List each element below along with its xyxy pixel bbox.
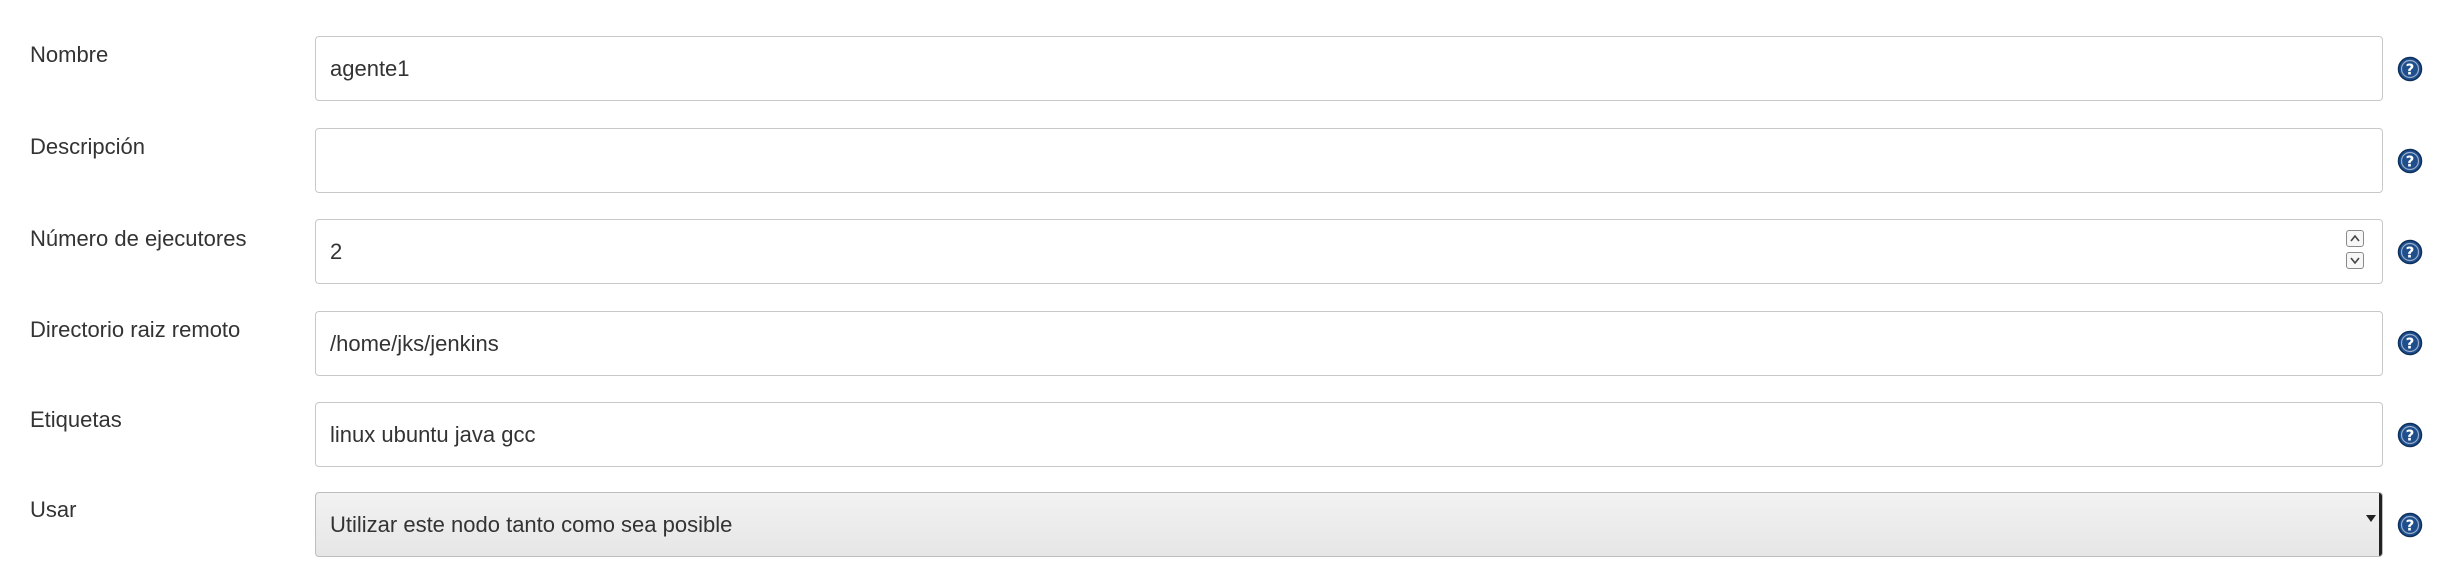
usage-row: Usar Utilizar este nodo tanto como sea p… <box>0 488 2462 558</box>
description-row: Descripción ? <box>0 124 2462 194</box>
name-field-value: agente1 <box>330 56 410 81</box>
usage-select[interactable]: Utilizar este nodo tanto como sea posibl… <box>315 492 2383 557</box>
svg-text:?: ? <box>2406 517 2415 535</box>
executors-field-value: 2 <box>330 239 343 264</box>
labels-label: Etiquetas <box>30 407 122 432</box>
remote-root-row: Directorio raiz remoto /home/jks/jenkins… <box>0 308 2462 378</box>
decrement-button[interactable] <box>2346 252 2364 269</box>
help-icon[interactable]: ? <box>2397 56 2423 82</box>
description-label: Descripción <box>30 134 145 159</box>
svg-text:?: ? <box>2406 427 2415 445</box>
usage-label: Usar <box>30 497 77 522</box>
select-edge <box>2379 493 2382 556</box>
name-label: Nombre <box>30 42 109 67</box>
help-icon[interactable]: ? <box>2397 422 2423 448</box>
remote-root-label: Directorio raiz remoto <box>30 317 241 342</box>
help-icon[interactable]: ? <box>2397 239 2423 265</box>
usage-select-value: Utilizar este nodo tanto como sea posibl… <box>330 512 733 537</box>
node-configuration-form: Nombre agente1 ? Descripción ? Número de… <box>0 0 2462 572</box>
executors-label: Número de ejecutores <box>30 226 247 251</box>
help-icon[interactable]: ? <box>2397 148 2423 174</box>
increment-button[interactable] <box>2346 230 2364 247</box>
chevron-up-icon <box>2350 234 2360 242</box>
svg-text:?: ? <box>2406 244 2415 262</box>
svg-text:?: ? <box>2406 335 2415 353</box>
svg-text:?: ? <box>2406 153 2415 171</box>
remote-root-field-value: /home/jks/jenkins <box>330 331 499 356</box>
dropdown-arrow-icon[interactable] <box>2366 515 2376 522</box>
executors-row: Número de ejecutores 2 ? <box>0 216 2462 286</box>
chevron-down-icon <box>2350 257 2360 265</box>
executors-spinner[interactable] <box>2346 230 2366 272</box>
name-field[interactable]: agente1 <box>315 36 2383 101</box>
help-icon[interactable]: ? <box>2397 330 2423 356</box>
name-row: Nombre agente1 ? <box>0 34 2462 104</box>
help-icon[interactable]: ? <box>2397 512 2423 538</box>
labels-field-value: linux ubuntu java gcc <box>330 422 536 447</box>
svg-text:?: ? <box>2406 61 2415 79</box>
executors-field[interactable]: 2 <box>315 219 2383 284</box>
remote-root-field[interactable]: /home/jks/jenkins <box>315 311 2383 376</box>
description-field[interactable] <box>315 128 2383 193</box>
labels-row: Etiquetas linux ubuntu java gcc ? <box>0 398 2462 468</box>
labels-field[interactable]: linux ubuntu java gcc <box>315 402 2383 467</box>
